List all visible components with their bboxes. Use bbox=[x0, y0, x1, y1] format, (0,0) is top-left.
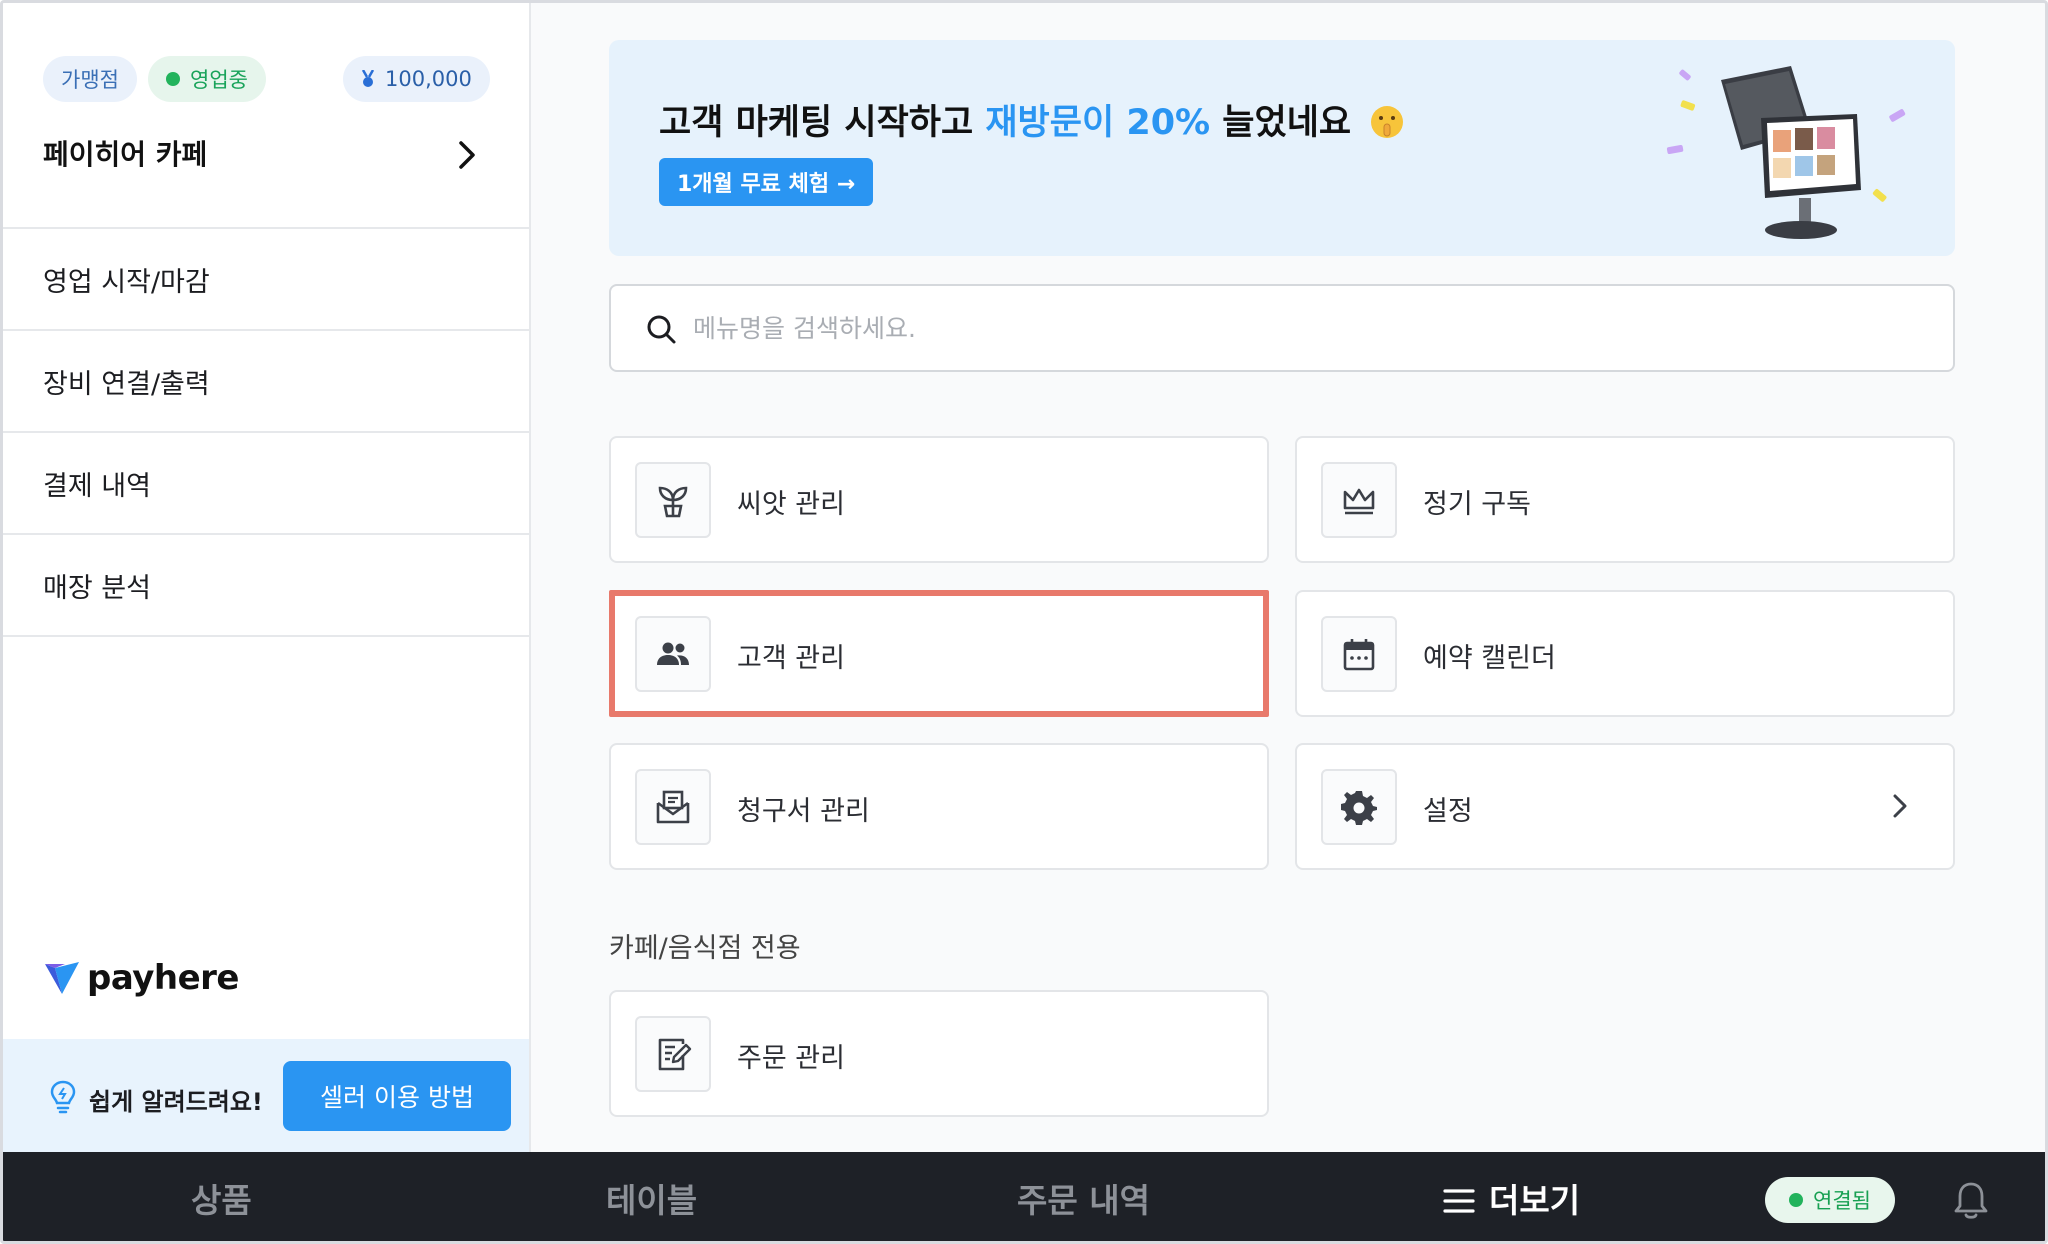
gear-icon bbox=[1321, 769, 1397, 845]
menu-card-subscription[interactable]: 정기 구독 bbox=[1295, 436, 1955, 563]
sidebar-item-devices[interactable]: 장비 연결/출력 bbox=[3, 331, 529, 433]
search-icon bbox=[647, 315, 676, 344]
logo-text: payhere bbox=[87, 958, 240, 998]
menu-card-calendar[interactable]: 예약 캘린더 bbox=[1295, 590, 1955, 717]
menu-card-settings[interactable]: 설정 bbox=[1295, 743, 1955, 870]
franchise-badge: 가맹점 bbox=[43, 56, 137, 102]
invoice-mail-icon bbox=[635, 769, 711, 845]
banner-title-prefix: 고객 마케팅 시작하고 bbox=[659, 103, 986, 143]
hamburger-menu-icon bbox=[1443, 1189, 1475, 1213]
medal-icon bbox=[361, 70, 375, 87]
sidebar-item-label: 영업 시작/마감 bbox=[43, 266, 210, 298]
menu-card-label: 정기 구독 bbox=[1423, 489, 1531, 520]
status-dot-icon bbox=[166, 72, 180, 86]
sidebar-item-payments[interactable]: 결제 내역 bbox=[3, 433, 529, 535]
menu-card-label: 씨앗 관리 bbox=[737, 489, 845, 520]
tab-tables[interactable]: 테이블 bbox=[606, 1174, 697, 1222]
sidebar-item-label: 매장 분석 bbox=[43, 572, 151, 604]
bell-icon[interactable] bbox=[1953, 1180, 1989, 1220]
store-header[interactable]: 가맹점 영업중 100,000 페이히어 카페 bbox=[3, 3, 529, 229]
tab-products[interactable]: 상품 bbox=[191, 1174, 252, 1222]
points-value: 100,000 bbox=[385, 67, 472, 91]
connection-status-label: 연결됨 bbox=[1813, 1189, 1871, 1213]
sprout-icon bbox=[635, 462, 711, 538]
menu-search bbox=[609, 284, 1955, 372]
cafe-section-title: 카페/음식점 전용 bbox=[609, 933, 801, 964]
menu-card-label: 고객 관리 bbox=[737, 643, 845, 674]
banner-title: 고객 마케팅 시작하고 재방문이 20% 늘었네요 bbox=[659, 94, 1405, 145]
chevron-right-icon bbox=[1893, 794, 1907, 818]
status-badge-label: 영업중 bbox=[190, 68, 248, 92]
connection-dot-icon bbox=[1789, 1193, 1804, 1207]
menu-card-label: 설정 bbox=[1423, 796, 1473, 827]
sidebar-item-label: 장비 연결/출력 bbox=[43, 368, 210, 400]
store-name: 페이히어 카페 bbox=[43, 138, 208, 171]
menu-card-customers[interactable]: 고객 관리 bbox=[609, 590, 1269, 717]
payhere-logo-icon bbox=[45, 962, 79, 994]
app-frame: 가맹점 영업중 100,000 페이히어 카페 영업 시작/마감 장비 연결/출… bbox=[0, 0, 2048, 1244]
shushing-face-icon bbox=[1371, 106, 1404, 138]
sidebar-item-open-close[interactable]: 영업 시작/마감 bbox=[3, 229, 529, 331]
menu-card-label: 청구서 관리 bbox=[737, 796, 870, 827]
menu-card-label: 예약 캘린더 bbox=[1423, 643, 1556, 674]
menu-card-invoices[interactable]: 청구서 관리 bbox=[609, 743, 1269, 870]
payhere-logo: payhere bbox=[43, 958, 240, 998]
tab-order-history[interactable]: 주문 내역 bbox=[1017, 1174, 1150, 1222]
tab-more[interactable]: 더보기 bbox=[1443, 1174, 1580, 1222]
connection-status-badge[interactable]: 연결됨 bbox=[1765, 1177, 1895, 1223]
tab-more-label: 더보기 bbox=[1489, 1181, 1581, 1220]
sidebar: 가맹점 영업중 100,000 페이히어 카페 영업 시작/마감 장비 연결/출… bbox=[3, 3, 531, 1152]
bottom-tab-bar: 상품 테이블 주문 내역 더보기 연결됨 bbox=[3, 1152, 2045, 1241]
order-edit-icon bbox=[635, 1016, 711, 1092]
sidebar-item-label: 결제 내역 bbox=[43, 470, 151, 502]
promo-banner[interactable]: 고객 마케팅 시작하고 재방문이 20% 늘었네요 1개월 무료 체험 → bbox=[609, 40, 1955, 256]
search-input[interactable] bbox=[693, 304, 1893, 352]
help-box: 쉽게 알려드려요! 셀러 이용 방법 bbox=[3, 1039, 529, 1152]
seller-guide-button[interactable]: 셀러 이용 방법 bbox=[283, 1061, 511, 1131]
menu-card-label: 주문 관리 bbox=[737, 1043, 845, 1074]
help-text: 쉽게 알려드려요! bbox=[89, 1088, 263, 1116]
menu-card-orders[interactable]: 주문 관리 bbox=[609, 990, 1269, 1117]
lightbulb-icon bbox=[50, 1080, 76, 1114]
free-trial-button[interactable]: 1개월 무료 체험 → bbox=[659, 158, 874, 206]
crown-icon bbox=[1321, 462, 1397, 538]
menu-card-seed[interactable]: 씨앗 관리 bbox=[609, 436, 1269, 563]
pos-device-illustration bbox=[1666, 66, 1906, 239]
banner-title-suffix: 늘었네요 bbox=[1210, 103, 1352, 143]
chevron-right-icon[interactable] bbox=[455, 137, 479, 173]
sidebar-item-analytics[interactable]: 매장 분석 bbox=[3, 535, 529, 637]
banner-title-highlight: 재방문이 20% bbox=[985, 103, 1211, 143]
status-badge: 영업중 bbox=[148, 56, 266, 102]
points-badge: 100,000 bbox=[343, 56, 490, 102]
people-icon bbox=[635, 616, 711, 692]
calendar-icon bbox=[1321, 616, 1397, 692]
